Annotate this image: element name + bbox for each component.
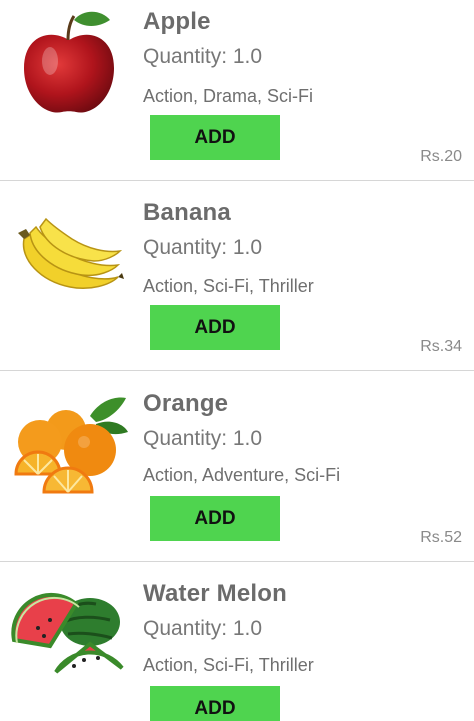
add-button[interactable]: ADD	[150, 305, 280, 350]
banana-image	[10, 199, 128, 317]
item-quantity: Quantity: 1.0	[143, 427, 263, 450]
add-button[interactable]: ADD	[150, 115, 280, 160]
product-list: Apple Quantity: 1.0 Action, Drama, Sci-F…	[0, 0, 474, 721]
item-genres: Action, Sci-Fi, Thriller	[143, 655, 314, 675]
list-item-orange: Orange Quantity: 1.0 Action, Adventure, …	[0, 372, 474, 562]
item-name: Banana	[143, 199, 231, 226]
item-price: Rs.34	[420, 338, 462, 355]
list-item-water-melon: Water Melon Quantity: 1.0 Action, Sci-Fi…	[0, 562, 474, 721]
item-genres: Action, Sci-Fi, Thriller	[143, 276, 314, 296]
item-name: Orange	[143, 390, 229, 417]
list-item-banana: Banana Quantity: 1.0 Action, Sci-Fi, Thr…	[0, 181, 474, 371]
add-button[interactable]: ADD	[150, 686, 280, 721]
orange-image	[10, 388, 128, 506]
item-quantity: Quantity: 1.0	[143, 45, 263, 68]
item-price: Rs.20	[420, 148, 462, 165]
item-genres: Action, Drama, Sci-Fi	[143, 86, 314, 106]
item-genres: Action, Adventure, Sci-Fi	[143, 465, 341, 485]
watermelon-image	[10, 576, 128, 694]
item-quantity: Quantity: 1.0	[143, 617, 263, 640]
item-name: Water Melon	[143, 580, 287, 607]
item-name: Apple	[143, 8, 211, 35]
divider	[0, 370, 474, 371]
item-price: Rs.52	[420, 529, 462, 546]
list-item-apple: Apple Quantity: 1.0 Action, Drama, Sci-F…	[0, 0, 474, 190]
apple-image	[10, 6, 128, 124]
add-button[interactable]: ADD	[150, 496, 280, 541]
item-quantity: Quantity: 1.0	[143, 236, 263, 259]
